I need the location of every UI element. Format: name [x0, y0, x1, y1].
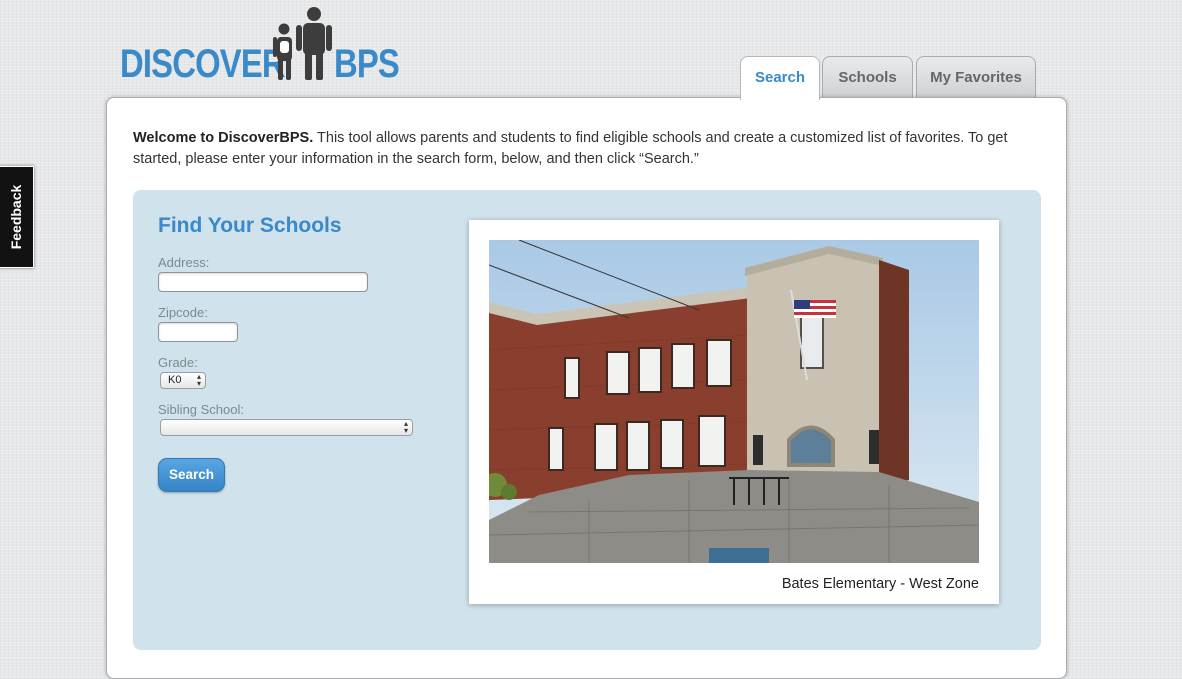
tab-search[interactable]: Search	[740, 56, 820, 100]
sibling-school-select[interactable]: ▴ ▾	[160, 419, 413, 436]
feedback-button[interactable]: Feedback	[0, 166, 34, 268]
grade-label: Grade:	[158, 355, 198, 370]
photo-caption: Bates Elementary - West Zone	[781, 576, 979, 592]
grade-select[interactable]: K0 ▴ ▾	[160, 372, 206, 389]
school-photo	[489, 240, 979, 563]
school-building-illustration	[489, 240, 979, 563]
intro-heading: Welcome to DiscoverBPS.	[133, 130, 314, 146]
select-arrows-icon: ▴ ▾	[196, 372, 201, 388]
feedback-label: Feedback	[8, 184, 24, 250]
address-input[interactable]	[158, 272, 368, 292]
address-label: Address:	[158, 255, 210, 270]
intro-text: Welcome to DiscoverBPS. This tool allows…	[133, 128, 1023, 170]
school-photo-frame: Bates Elementary - West Zone	[469, 220, 999, 604]
main-card: Welcome to DiscoverBPS. This tool allows…	[106, 97, 1067, 679]
logo-word-bps: BPS	[334, 42, 400, 86]
logo-word-discover: DISCOVER	[120, 42, 286, 86]
search-button[interactable]: Search	[158, 458, 225, 492]
tab-schools[interactable]: Schools	[822, 56, 913, 98]
tab-my-favorites[interactable]: My Favorites	[916, 56, 1036, 98]
search-panel: Find Your Schools Address: Zipcode: Grad…	[133, 190, 1041, 650]
select-arrows-icon: ▴ ▾	[403, 419, 408, 435]
sibling-school-label: Sibling School:	[158, 402, 244, 417]
parent-child-icon	[273, 7, 332, 80]
form-title: Find Your Schools	[158, 214, 342, 237]
discoverbps-logo[interactable]: DISCOVER BPS	[120, 6, 400, 84]
zipcode-label: Zipcode:	[158, 305, 208, 320]
grade-selected-value: K0	[168, 374, 182, 386]
zipcode-input[interactable]	[158, 322, 238, 342]
